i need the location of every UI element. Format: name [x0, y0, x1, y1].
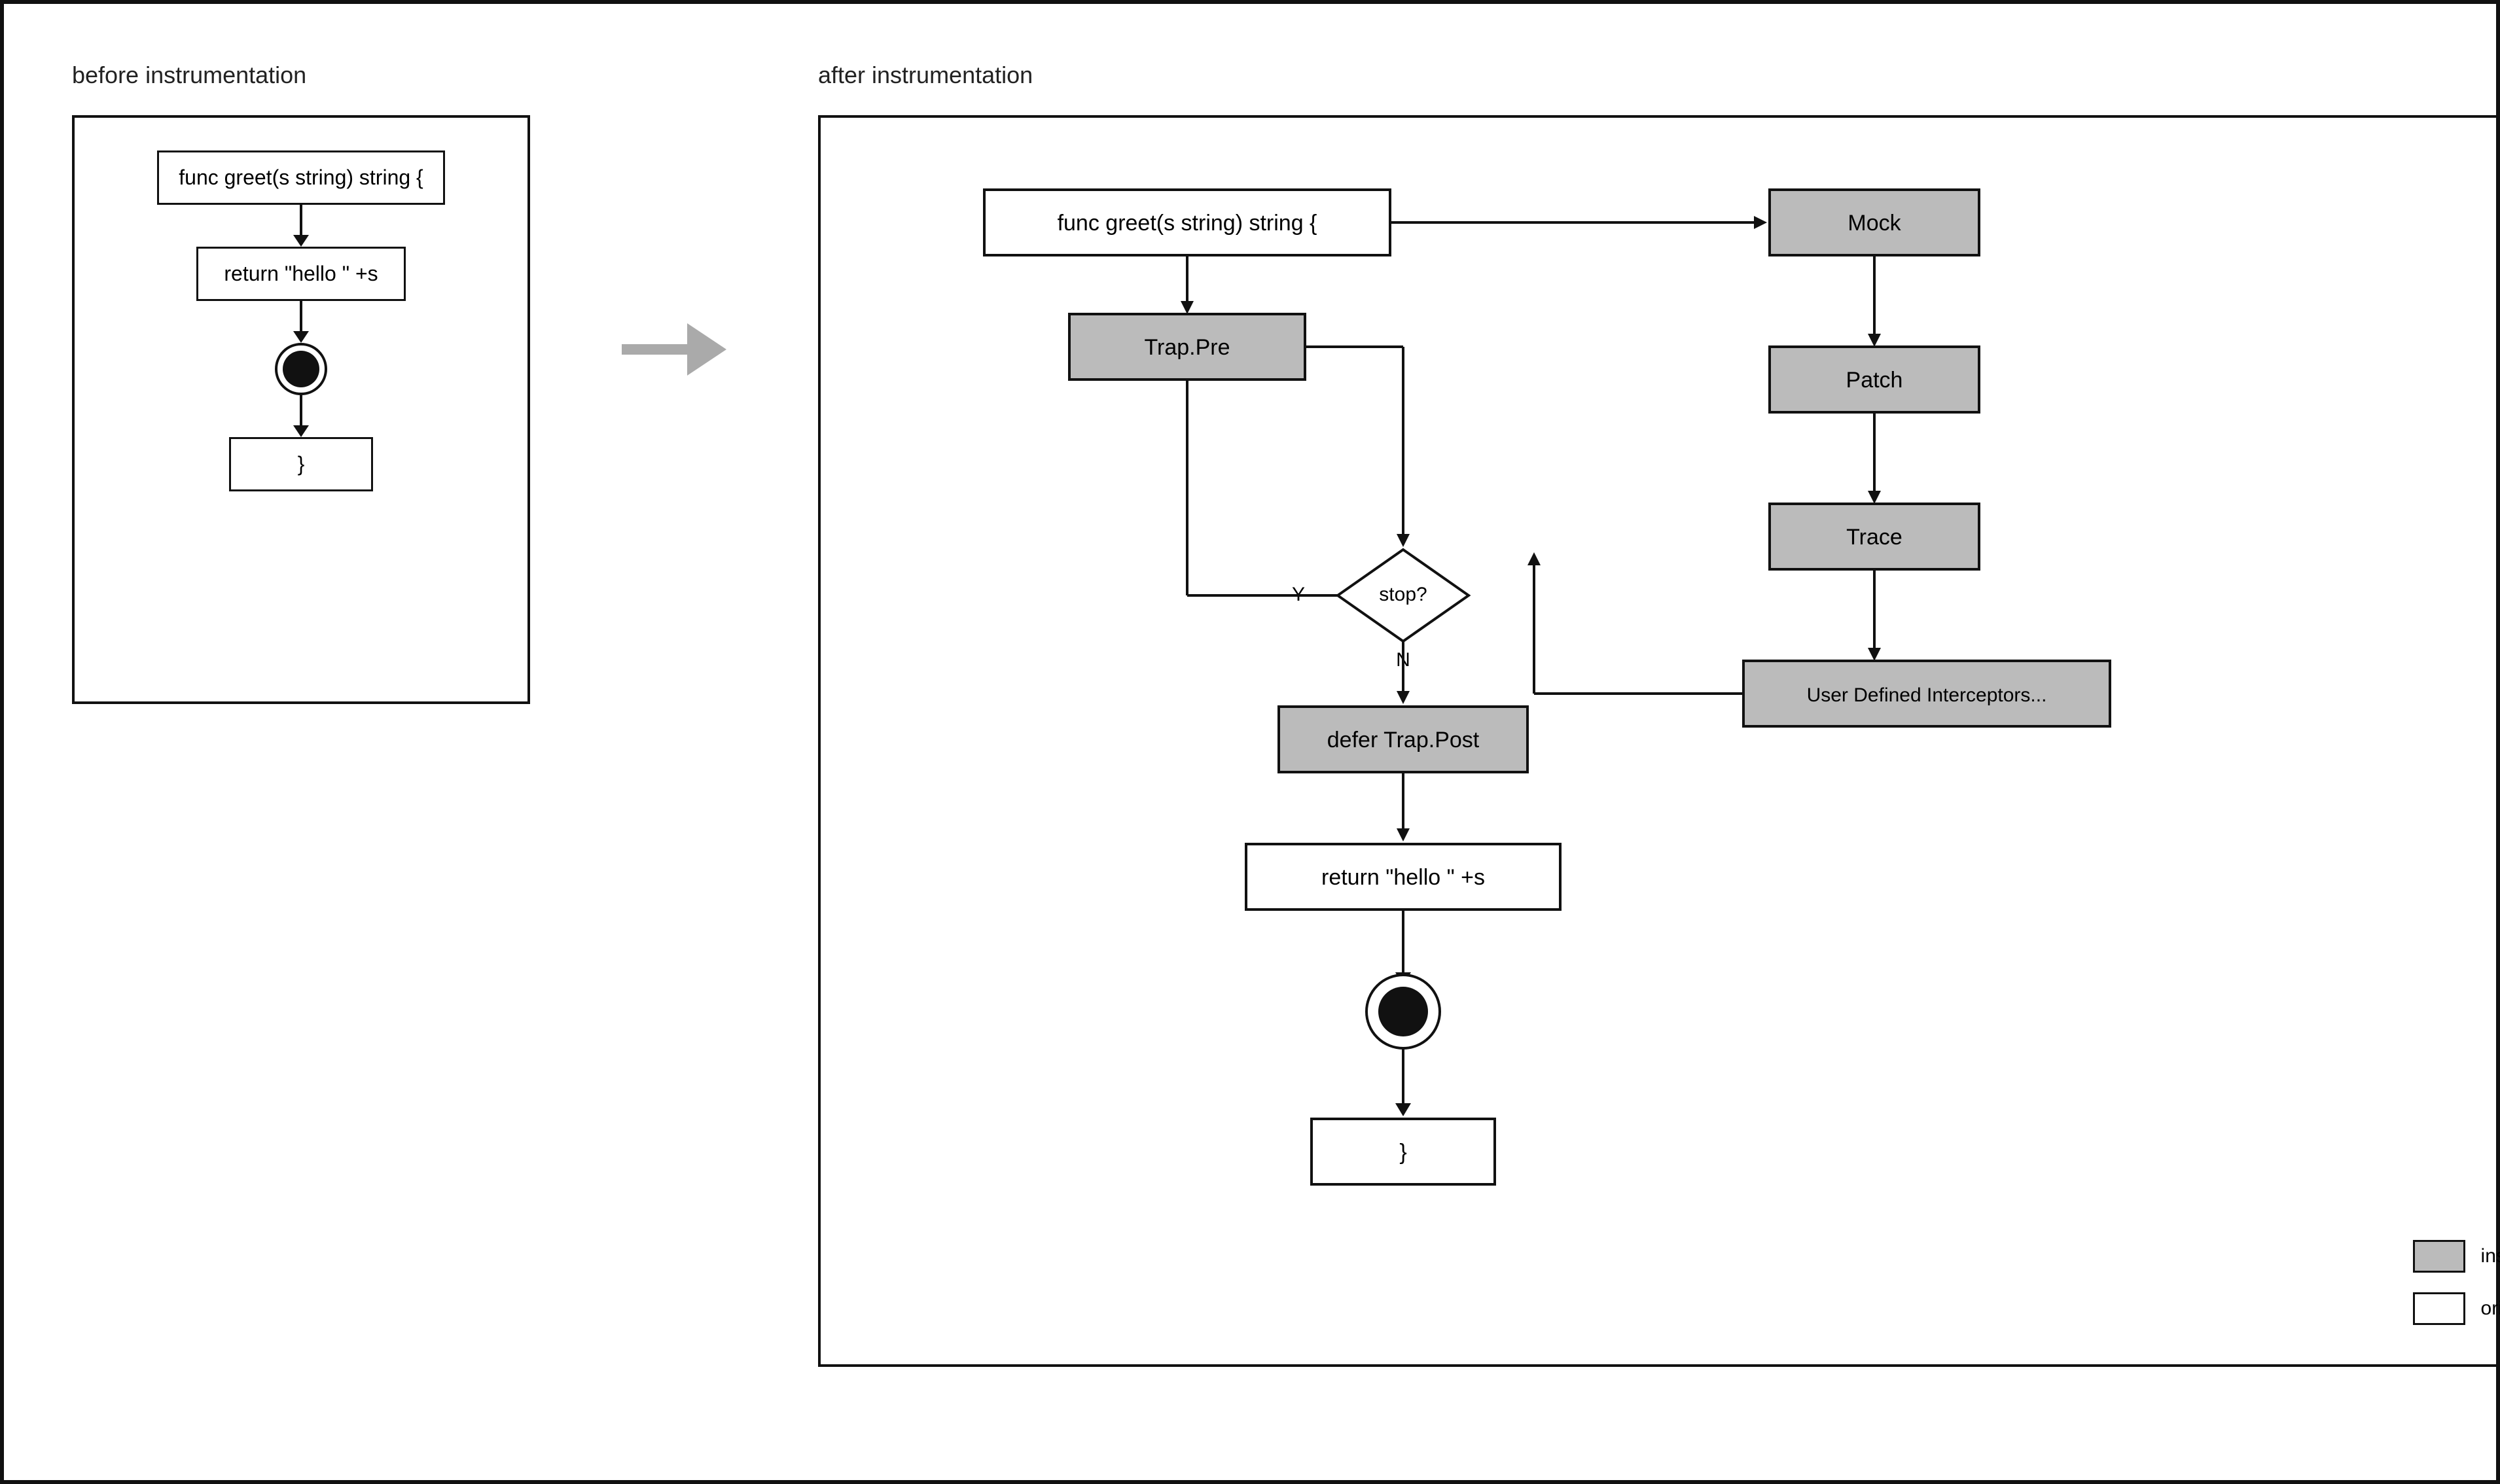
right-defer-trap: defer Trap.Post	[1327, 728, 1480, 752]
right-user-interceptors: User Defined Interceptors...	[1807, 684, 2047, 706]
left-func-decl: func greet(s string) string {	[157, 150, 444, 205]
right-diagram-svg: func greet(s string) string { Trap.Pre M…	[853, 150, 2500, 1328]
legend: inserted by xgo original code	[2413, 1240, 2500, 1325]
right-return-stmt: return "hello " +s	[1321, 865, 1485, 890]
right-trace: Trace	[1846, 525, 1902, 550]
right-close-brace: }	[1399, 1140, 1406, 1165]
legend-gray-item: inserted by xgo	[2413, 1240, 2500, 1273]
arrow-shape	[622, 323, 726, 376]
right-trap-pre: Trap.Pre	[1144, 335, 1230, 360]
right-diagram-box: func greet(s string) string { Trap.Pre M…	[818, 115, 2500, 1367]
right-panel-label: after instrumentation	[818, 62, 1033, 89]
right-mock: Mock	[1848, 211, 1901, 236]
legend-gray-label: inserted by xgo	[2481, 1245, 2500, 1267]
right-panel: after instrumentation func greet(s strin…	[818, 62, 2500, 1367]
legend-white-label: original code	[2481, 1298, 2500, 1320]
legend-gray-box	[2413, 1240, 2465, 1273]
left-panel-label: before instrumentation	[72, 62, 306, 89]
right-func-decl: func greet(s string) string {	[1058, 211, 1317, 236]
right-stop-diamond: stop?	[1379, 584, 1427, 605]
left-terminal	[275, 343, 327, 395]
left-diagram-box: func greet(s string) string { return "he…	[72, 115, 530, 704]
transition-arrow	[622, 323, 726, 376]
legend-white-item: original code	[2413, 1292, 2500, 1325]
left-return-stmt: return "hello " +s	[196, 247, 406, 301]
left-close-brace: }	[229, 437, 373, 491]
right-patch: Patch	[1846, 368, 1903, 393]
main-container: before instrumentation func greet(s stri…	[20, 22, 2480, 1462]
left-panel: before instrumentation func greet(s stri…	[72, 62, 530, 704]
legend-white-box	[2413, 1292, 2465, 1325]
left-terminal-inner	[283, 351, 319, 387]
